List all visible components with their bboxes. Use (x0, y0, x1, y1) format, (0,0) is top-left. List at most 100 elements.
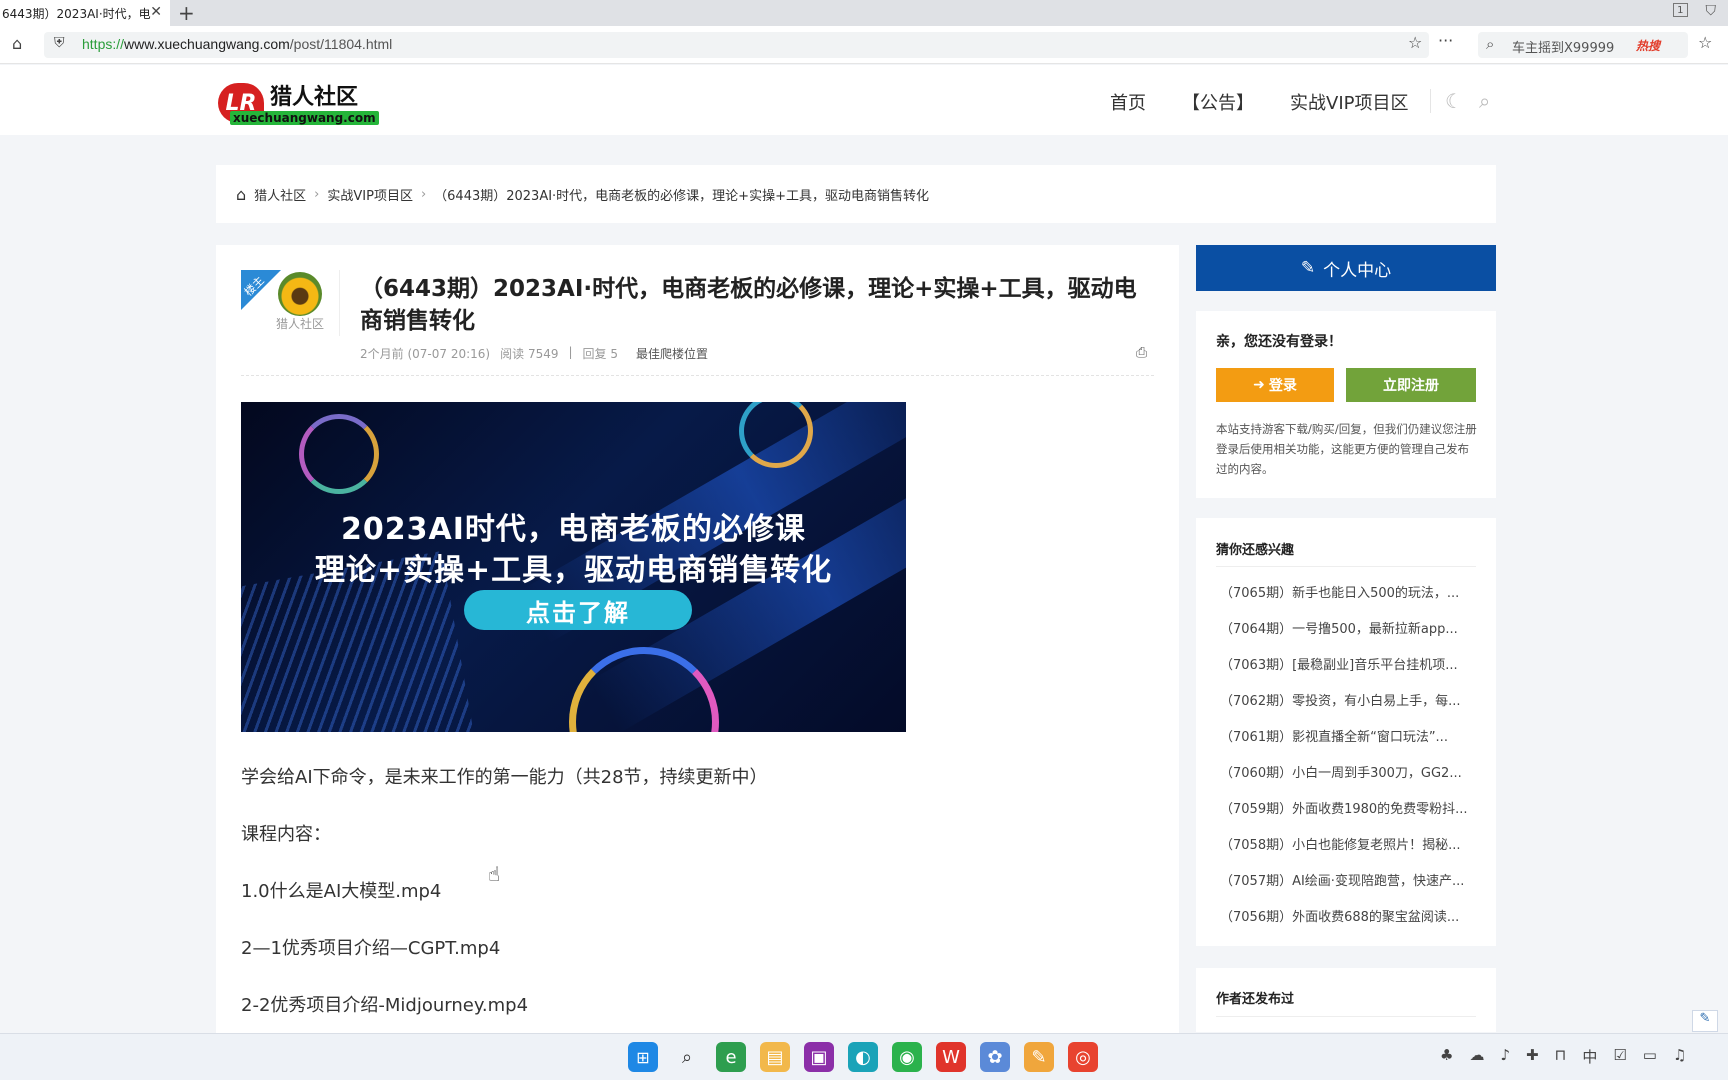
display-icon[interactable]: ▭ (1643, 1046, 1657, 1067)
more-icon[interactable]: ··· (1438, 31, 1453, 50)
divider (1216, 1016, 1476, 1017)
dark-mode-icon[interactable]: ☾ (1445, 89, 1463, 113)
meta-read: 阅读 7549 (500, 345, 558, 362)
register-button[interactable]: 立即注册 (1346, 368, 1476, 402)
nav-announcement[interactable]: 【公告】 (1182, 89, 1254, 115)
speaker-icon[interactable]: ♫ (1673, 1046, 1686, 1067)
article-panel: 楼主 猎人社区 （6443期）2023AI·时代，电商老板的必修课，理论+实操+… (216, 245, 1179, 1035)
wps-icon[interactable]: W (936, 1042, 966, 1072)
photo-app-icon[interactable]: ▣ (804, 1042, 834, 1072)
edge-icon[interactable]: ◐ (848, 1042, 878, 1072)
edit-float-icon[interactable]: ✎ (1692, 1010, 1718, 1032)
folder-icon[interactable]: ▤ (760, 1042, 790, 1072)
breadcrumb-home[interactable]: 猎人社区 (254, 185, 306, 204)
favorites-icon[interactable]: ☆ (1698, 33, 1712, 52)
list-item[interactable]: （7058期）小白也能修复老照片！揭秘... (1220, 834, 1478, 870)
browser-e-icon[interactable]: e (716, 1042, 746, 1072)
input-method-icon[interactable]: 中 (1582, 1046, 1597, 1067)
author-posts-card: 作者还发布过 (1196, 968, 1496, 1032)
post-time: 2个月前 (07-07 20:16) (360, 347, 491, 361)
list-item[interactable]: （7060期）小白一周到手300刀，GG2... (1220, 762, 1478, 798)
logo-domain: xuechuangwang.com (230, 111, 379, 125)
list-item[interactable]: （7056期）外面收费688的聚宝盆阅读... (1220, 906, 1478, 942)
article-paragraph: 2-2优秀项目介绍-Midjourney.mp4 (241, 995, 529, 1016)
recommend-card: 猜你还感兴趣 （7065期）新手也能日入500的玩法，... （7064期）一号… (1196, 518, 1496, 946)
url-text[interactable]: https://www.xuechuangwang.com/post/11804… (82, 36, 392, 52)
reply-label: 回复 (582, 347, 607, 361)
login-button[interactable]: ➜ 登录 (1216, 368, 1334, 402)
list-item[interactable]: （7064期）一号撸500，最新拉新app... (1220, 618, 1478, 654)
tab-close-icon[interactable]: ✕ (150, 4, 162, 20)
wechat-icon[interactable]: ◉ (892, 1042, 922, 1072)
list-item[interactable]: （7062期）零投资，有小白易上手，每... (1220, 690, 1478, 726)
breadcrumb-separator: › (314, 186, 320, 202)
list-item[interactable]: （7061期）影视直播全新“窗口玩法”... (1220, 726, 1478, 762)
header-tools: ☾ ⌕ (1430, 89, 1490, 113)
shield-icon[interactable]: ⛨ (54, 35, 65, 51)
reply-count: 5 (610, 347, 619, 361)
login-note: 本站支持游客下载/购买/回复，但我们仍建议您注册登录后使用相关功能，这能更方便的… (1216, 422, 1477, 476)
volume-icon[interactable]: ♪ (1500, 1046, 1510, 1067)
read-label: 阅读 (500, 347, 525, 361)
shirt-icon[interactable]: ⛉ (1706, 3, 1717, 19)
list-item[interactable]: （7063期）[最稳副业]音乐平台挂机项... (1220, 654, 1478, 690)
home-icon[interactable]: ⌂ (236, 185, 246, 204)
post-meta: 2个月前 (07-07 20:16) 阅读 7549 | 回复 5 最佳爬楼位置 (360, 345, 708, 362)
browser-search[interactable]: ⌕ 车主摇到X99999 热搜 (1478, 32, 1688, 58)
edit-icon: ✎ (1300, 258, 1316, 278)
qq-icon[interactable]: ♣ (1440, 1046, 1453, 1067)
nav-vip-projects[interactable]: 实战VIP项目区 (1290, 89, 1408, 115)
banner-learn-more-button[interactable]: 点击了解 (464, 590, 692, 630)
banner-line-2: 理论+实操+工具，驱动电商销售转化 (314, 553, 833, 588)
list-item[interactable]: （7057期）AI绘画·变现陪跑营，快速产... (1220, 870, 1478, 906)
main-nav: 首页 【公告】 实战VIP项目区 (1110, 89, 1408, 115)
article-banner[interactable]: 2023AI时代，电商老板的必修课 理论+实操+工具，驱动电商销售转化 点击了解 (241, 402, 906, 732)
star-icon[interactable]: ☆ (1408, 33, 1422, 52)
login-card: 亲，您还没有登录！ ➜ 登录 立即注册 本站支持游客下载/购买/回复，但我们仍建… (1196, 311, 1496, 498)
browser-tabbar: 6443期）2023AI·时代，电 ✕ + 1 ⛉ (0, 0, 1728, 26)
tab-count-icon[interactable]: 1 (1673, 3, 1688, 17)
recommend-title: 猜你还感兴趣 (1216, 543, 1295, 558)
article-paragraph: 课程内容： (241, 824, 331, 845)
notes-app-icon[interactable]: ✎ (1024, 1042, 1054, 1072)
avatar[interactable] (278, 272, 322, 316)
article-paragraph: 学会给AI下命令，是未来工作的第一能力（共28节，持续更新中） (241, 767, 768, 788)
cloud-app-icon[interactable]: ✿ (980, 1042, 1010, 1072)
article-paragraph: 1.0什么是AI大模型.mp4 (241, 881, 442, 902)
best-floor-link[interactable]: 最佳爬楼位置 (636, 345, 708, 362)
checkbox-app-icon[interactable]: ☑ (1613, 1046, 1626, 1067)
breadcrumb-section[interactable]: 实战VIP项目区 (327, 185, 413, 204)
network-app-icon[interactable]: ☁ (1469, 1046, 1484, 1067)
author-name[interactable]: 猎人社区 (276, 315, 324, 332)
user-center-button[interactable]: ✎ 个人中心 (1196, 245, 1496, 291)
hand-cursor-icon: ☝ (488, 862, 501, 886)
site-header: LR 猎人社区 xuechuangwang.com 首页 【公告】 实战VIP项… (0, 65, 1728, 135)
list-item[interactable]: （7059期）外面收费1980的免费零粉抖... (1220, 798, 1478, 834)
url-path: /post/11804.html (289, 36, 393, 52)
read-count: 7549 (527, 347, 559, 361)
new-tab-button[interactable]: + (178, 1, 195, 25)
author-posts-title: 作者还发布过 (1216, 992, 1295, 1007)
divider (339, 270, 340, 336)
taskbar-search-icon[interactable]: ⌕ (672, 1042, 702, 1072)
divider (1216, 566, 1476, 567)
url-host: www.xuechuangwang.com (124, 36, 290, 52)
windows-start-icon[interactable]: ⊞ (628, 1042, 658, 1072)
sign-in-icon: ➜ (1253, 377, 1265, 393)
login-label: 登录 (1268, 378, 1297, 394)
breadcrumb-separator: › (420, 186, 427, 202)
browser-tab[interactable]: 6443期）2023AI·时代，电 ✕ (0, 0, 170, 26)
home-icon[interactable]: ⌂ (12, 34, 22, 53)
site-search-icon[interactable]: ⌕ (1479, 89, 1490, 113)
usb-icon[interactable]: ⊓ (1555, 1046, 1567, 1067)
hot-search-badge[interactable]: 热搜 (1636, 37, 1660, 54)
chrome-browser-icon[interactable]: ◎ (1068, 1042, 1098, 1072)
system-tray: ♣ ☁ ♪ ✚ ⊓ 中 ☑ ▭ ♫ (1440, 1046, 1686, 1067)
taskbar: ⊞ ⌕ e ▤ ▣ ◐ ◉ W ✿ ✎ ◎ ♣ ☁ ♪ ✚ ⊓ 中 ☑ ▭ ♫ (0, 1033, 1728, 1080)
list-item[interactable]: （7065期）新手也能日入500的玩法，... (1220, 582, 1478, 618)
puzzle-app-icon[interactable]: ✚ (1526, 1046, 1539, 1067)
breadcrumb-current: （6443期）2023AI·时代，电商老板的必修课，理论+实操+工具，驱动电商销… (434, 188, 929, 204)
site-logo[interactable]: LR 猎人社区 xuechuangwang.com (218, 77, 379, 125)
nav-home[interactable]: 首页 (1110, 89, 1146, 115)
print-icon[interactable]: ⎙ (1136, 345, 1147, 361)
